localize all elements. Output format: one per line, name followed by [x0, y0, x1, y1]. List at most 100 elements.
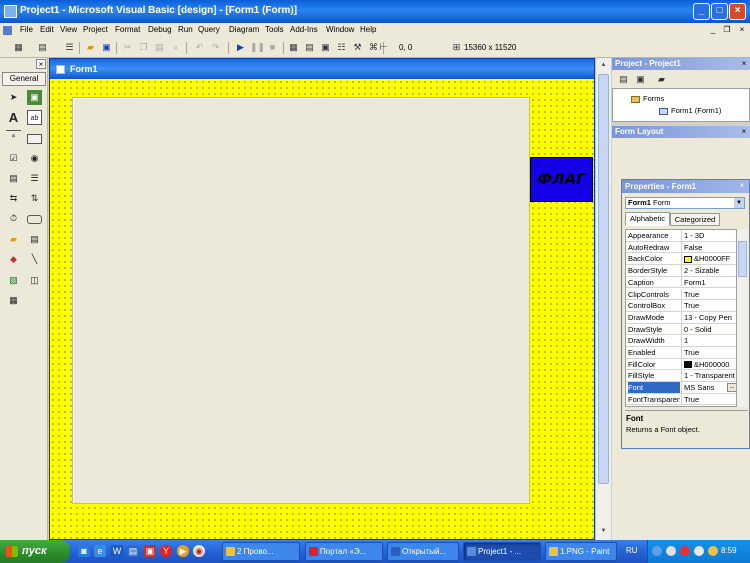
ole-tool-icon[interactable]: ▦ [6, 293, 21, 308]
open-project-icon[interactable]: ▰ [84, 41, 97, 54]
property-row[interactable]: BorderStyle 2 - Sizable [626, 265, 736, 277]
filelistbox-tool-icon[interactable]: ▤ [27, 232, 42, 247]
property-row[interactable]: FillStyle 1 - Transparent [626, 370, 736, 383]
property-row[interactable]: FillColor &H000000 [626, 358, 736, 371]
mdi-restore-button[interactable]: ❐ [722, 25, 732, 35]
property-value[interactable]: True [681, 347, 736, 358]
menu-query[interactable]: Query [198, 25, 220, 34]
scroll-thumb[interactable] [738, 241, 747, 277]
property-row[interactable]: Font MS Sans... [626, 382, 736, 394]
project-explorer-close-button[interactable]: × [739, 59, 749, 69]
property-row[interactable]: Caption Form1 [626, 276, 736, 289]
language-indicator[interactable]: RU [626, 546, 638, 555]
menu-view[interactable]: View [60, 25, 77, 34]
redo-icon[interactable]: ↷ [209, 41, 222, 54]
object-selector[interactable]: Form1 Form ▼ [625, 197, 745, 209]
commandbutton-tool-icon[interactable] [27, 134, 42, 144]
tray-icon[interactable] [694, 546, 704, 556]
menu-project[interactable]: Project [83, 25, 108, 34]
menu-help[interactable]: Help [360, 25, 376, 34]
undo-icon[interactable]: ↶ [193, 41, 206, 54]
tray-icon[interactable] [708, 546, 718, 556]
mdi-minimize-button[interactable]: _ [708, 25, 718, 35]
tab-alphabetic[interactable]: Alphabetic [625, 212, 670, 226]
form-layout-icon[interactable]: ▣ [319, 41, 332, 54]
property-value[interactable]: True [681, 300, 736, 311]
property-value[interactable]: 2 - Sizable [681, 265, 736, 276]
copy-icon[interactable]: ❐ [137, 41, 150, 54]
data-tool-icon[interactable]: ◫ [27, 273, 42, 288]
menu-edit[interactable]: Edit [40, 25, 54, 34]
tree-item-form1[interactable]: Form1 (Form1) [659, 106, 721, 115]
property-value[interactable]: True [681, 288, 736, 300]
tray-icon[interactable] [666, 546, 676, 556]
menu-add-ins[interactable]: Add-Ins [290, 25, 318, 34]
form-title-bar[interactable]: Form1 [50, 59, 594, 79]
property-row[interactable]: FontTransparent True [626, 393, 736, 406]
toggle-folders-icon[interactable]: ▰ [655, 73, 668, 86]
hscrollbar-tool-icon[interactable]: ⇆ [6, 191, 21, 206]
close-button[interactable]: × [729, 3, 746, 20]
shape-tool-icon[interactable]: ◆ [6, 252, 21, 267]
checkbox-tool-icon[interactable]: ☑ [6, 151, 21, 166]
add-project-icon[interactable]: ▦ [12, 41, 25, 54]
word-icon[interactable]: W [111, 545, 123, 557]
form-layout-close-button[interactable]: × [739, 127, 749, 137]
save-icon[interactable]: ▣ [144, 545, 156, 557]
mdi-form-icon[interactable] [3, 26, 12, 35]
internet-explorer-icon[interactable]: e [94, 545, 106, 557]
tab-categorized[interactable]: Categorized [670, 213, 720, 226]
frame-tool-icon[interactable]: ˟ [6, 130, 21, 145]
pointer-tool-icon[interactable]: ➤ [6, 90, 21, 105]
property-row[interactable]: ClipControls True [626, 288, 736, 301]
property-value[interactable]: True [681, 393, 736, 405]
taskbar-button[interactable]: Портал «Э... [305, 542, 383, 561]
optionbutton-tool-icon[interactable]: ◉ [27, 151, 42, 166]
taskbar-button[interactable]: 2 Прово... [222, 542, 300, 561]
taskbar-button[interactable]: Project1 - ... [463, 542, 541, 561]
line-tool-icon[interactable]: ╲ [27, 252, 42, 267]
taskbar-button[interactable]: 1.PNG - Paint [545, 542, 617, 561]
frame-control[interactable] [72, 97, 530, 504]
property-row[interactable]: DrawMode 13 - Copy Pen [626, 311, 736, 324]
scroll-thumb[interactable] [598, 74, 609, 484]
end-icon[interactable]: ■ [266, 41, 279, 54]
maximize-button[interactable]: □ [711, 3, 728, 20]
cut-icon[interactable]: ✂ [121, 41, 134, 54]
chrome-icon[interactable]: ◉ [193, 545, 205, 557]
timer-tool-icon[interactable]: ⏱ [6, 211, 21, 226]
property-value[interactable]: 13 - Copy Pen [681, 311, 736, 323]
menu-debug[interactable]: Debug [148, 25, 172, 34]
save-project-icon[interactable]: ▣ [100, 41, 113, 54]
property-value[interactable]: Form1 [681, 276, 736, 288]
property-value[interactable]: &H0000FF [681, 253, 736, 265]
property-value[interactable]: MS Sans... [681, 382, 736, 393]
view-code-icon[interactable]: ▤ [617, 73, 630, 86]
toolbox-close-button[interactable]: × [36, 59, 46, 69]
toolbox-icon[interactable]: ⚒ [351, 41, 364, 54]
menu-window[interactable]: Window [326, 25, 354, 34]
menu-file[interactable]: File [20, 25, 33, 34]
find-icon[interactable]: ⌕ [169, 41, 182, 54]
property-value[interactable]: 1 - 3D [681, 230, 736, 241]
property-row[interactable]: DrawStyle 0 - Solid [626, 323, 736, 336]
menu-run[interactable]: Run [178, 25, 193, 34]
menu-editor-icon[interactable]: ☰ [63, 41, 76, 54]
label-tool-icon[interactable]: A [6, 110, 21, 125]
tree-folder-forms[interactable]: Forms [631, 94, 664, 103]
tray-icon[interactable] [652, 546, 662, 556]
scroll-down-arrow-icon[interactable]: ▼ [598, 526, 609, 537]
property-row[interactable]: ControlBox True [626, 300, 736, 312]
scroll-up-arrow-icon[interactable]: ▲ [598, 60, 609, 71]
form-surface[interactable]: ФЛАГ [50, 79, 594, 539]
drivelistbox-tool-icon[interactable] [27, 215, 42, 224]
property-row[interactable]: BackColor &H0000FF [626, 253, 736, 266]
project-explorer-icon[interactable]: ▦ [287, 41, 300, 54]
property-row[interactable]: Enabled True [626, 347, 736, 359]
paste-icon[interactable]: ▤ [153, 41, 166, 54]
media-icon[interactable]: ▶ [177, 545, 189, 557]
menu-diagram[interactable]: Diagram [229, 25, 259, 34]
show-desktop-icon[interactable]: ◙ [78, 545, 90, 557]
property-value[interactable]: 1 - Transparent [681, 370, 736, 382]
flag-label-control[interactable]: ФЛАГ [530, 157, 593, 202]
